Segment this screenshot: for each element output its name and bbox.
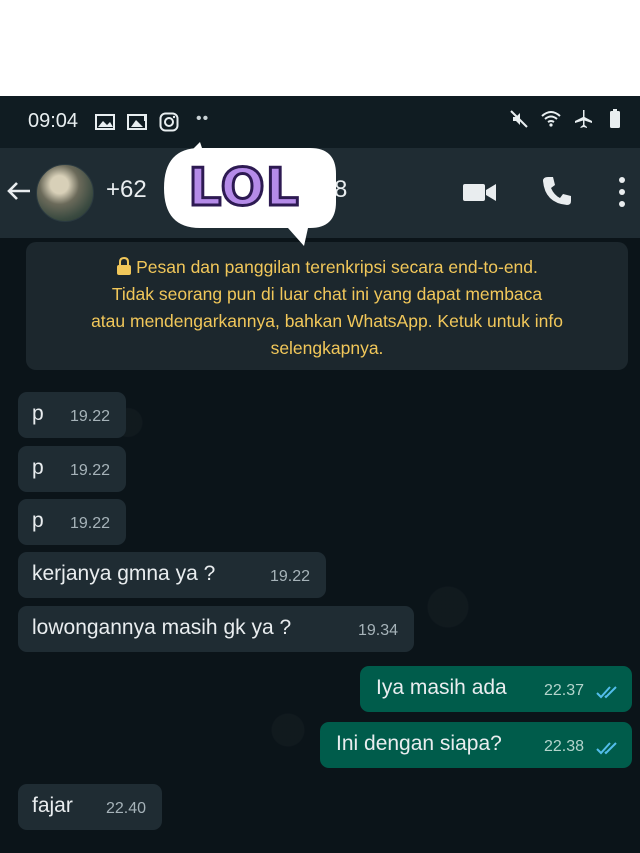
contact-avatar[interactable] [36, 164, 94, 222]
message-time: 22.40 [106, 800, 147, 817]
battery-icon [610, 109, 620, 128]
read-receipt-icon [596, 742, 617, 755]
instagram-icon [159, 112, 179, 132]
wifi-icon [541, 111, 561, 127]
message-text: p [32, 456, 44, 479]
more-options-icon[interactable] [616, 174, 628, 210]
message-bubble-outgoing[interactable]: Ini dengan siapa? 22.38 [320, 722, 632, 768]
notice-line-3: atau mendengarkannya, bahkan WhatsApp. K… [91, 311, 563, 331]
message-text: p [32, 402, 44, 425]
message-time: 19.22 [70, 408, 111, 425]
message-text: kerjanya gmna ya ? [32, 562, 216, 585]
message-bubble-incoming[interactable]: lowongannya masih gk ya ? 19.34 [18, 606, 414, 652]
lock-icon [117, 256, 132, 275]
message-text: Iya masih ada [376, 676, 507, 699]
message-text: lowongannya masih gk ya ? [32, 616, 292, 639]
contact-number-start[interactable]: +62 [106, 176, 147, 204]
notice-line-1: Pesan dan panggilan terenkripsi secara e… [136, 257, 538, 277]
more-notifications-icon: •• [196, 110, 210, 127]
video-call-icon[interactable] [462, 178, 498, 206]
message-bubble-incoming[interactable]: p 19.22 [18, 446, 126, 492]
message-bubble-incoming[interactable]: fajar 22.40 [18, 784, 162, 830]
message-text: p [32, 509, 44, 532]
sticker-text: LOL [187, 157, 301, 220]
message-text: fajar [32, 794, 73, 817]
notice-line-4: selengkapnya. [270, 338, 384, 358]
message-time: 19.34 [358, 622, 399, 639]
lol-sticker: LOL [160, 140, 340, 250]
encryption-notice[interactable]: Pesan dan panggilan terenkripsi secara e… [26, 242, 628, 370]
message-text: Ini dengan siapa? [336, 732, 502, 755]
back-arrow-icon[interactable] [4, 176, 34, 206]
screenshot-icon [127, 114, 147, 130]
message-bubble-incoming[interactable]: p 19.22 [18, 392, 126, 438]
message-bubble-incoming[interactable]: p 19.22 [18, 499, 126, 545]
message-bubble-incoming[interactable]: kerjanya gmna ya ? 19.22 [18, 552, 326, 598]
message-time: 22.37 [544, 682, 585, 699]
mute-icon [510, 110, 528, 128]
voice-call-icon[interactable] [540, 174, 574, 208]
gallery-icon [95, 114, 115, 130]
read-receipt-icon [596, 686, 617, 699]
message-bubble-outgoing[interactable]: Iya masih ada 22.37 [360, 666, 632, 712]
status-time: 09:04 [28, 110, 79, 132]
notice-line-2: Tidak seorang pun di luar chat ini yang … [111, 284, 543, 304]
message-time: 22.38 [544, 738, 585, 755]
message-time: 19.22 [70, 462, 111, 479]
airplane-icon [575, 110, 592, 128]
message-time: 19.22 [70, 515, 111, 532]
message-time: 19.22 [270, 568, 311, 585]
